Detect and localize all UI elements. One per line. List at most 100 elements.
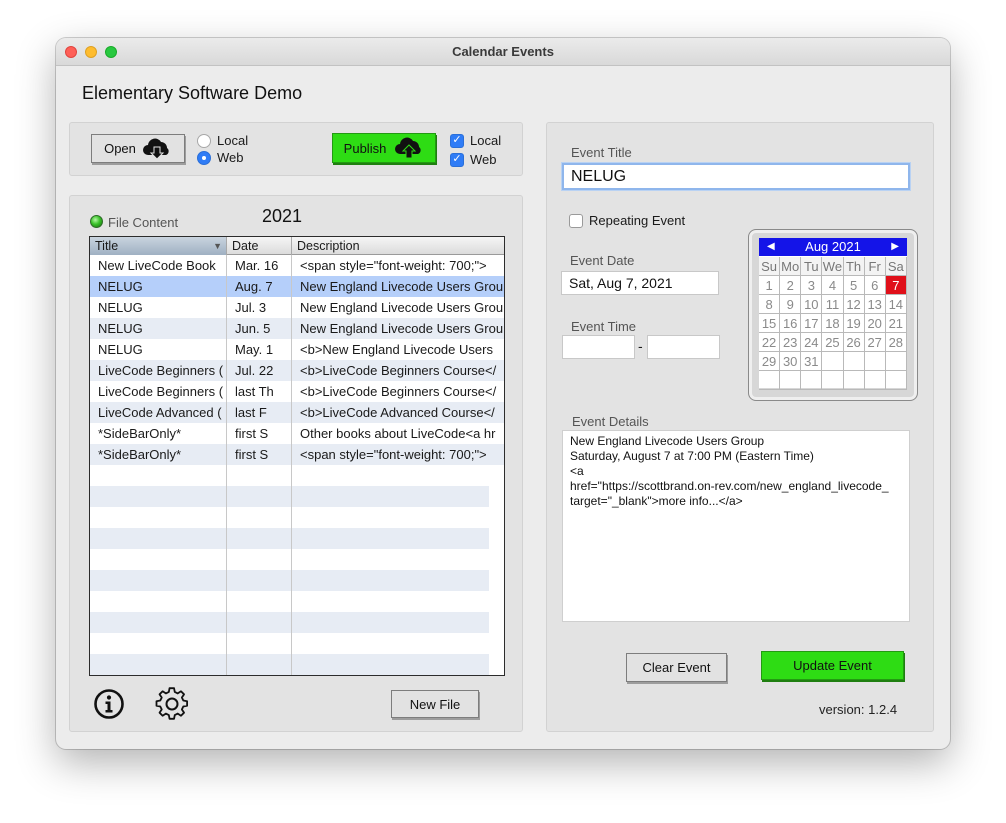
calendar-day[interactable]: 2 [780, 276, 802, 295]
event-details-field[interactable]: New England Livecode Users Group Saturda… [562, 430, 910, 622]
next-month-icon[interactable]: ▶ [891, 238, 899, 256]
calendar-day[interactable]: 28 [885, 333, 907, 352]
publish-button-label: Publish [343, 140, 387, 156]
publish-web-checkbox[interactable]: ✓ Web [450, 152, 497, 167]
calendar-day[interactable]: 18 [822, 314, 844, 333]
calendar-empty-cell [885, 352, 907, 371]
cell-description: <b>LiveCode Advanced Course</ [300, 405, 495, 420]
update-event-button[interactable]: Update Event [761, 651, 904, 680]
app-heading: Elementary Software Demo [82, 83, 303, 103]
calendar-day[interactable]: 25 [822, 333, 844, 352]
calendar-day[interactable]: 31 [801, 352, 823, 371]
open-web-radio[interactable]: Web [197, 150, 244, 165]
table-row[interactable]: *SideBarOnly* first S <span style="font-we… [90, 444, 504, 465]
table-row[interactable]: NELUG May. 1 <b>New England Livecode Users [90, 339, 504, 360]
gear-icon[interactable] [155, 687, 189, 721]
calendar-day[interactable]: 4 [822, 276, 844, 295]
toolbar-panel: Open Local Web Publish ✓ Local ✓ Web [69, 122, 523, 176]
title-bar: Calendar Events [56, 38, 950, 66]
repeating-event-checkbox[interactable]: Repeating Event [569, 213, 685, 228]
cell-description: <b>LiveCode Beginners Course</ [300, 384, 497, 399]
cell-title: New LiveCode Book [98, 258, 216, 273]
calendar-day[interactable]: 3 [801, 276, 823, 295]
previous-month-icon[interactable]: ◀ [767, 238, 775, 256]
open-local-radio-indicator[interactable] [197, 133, 211, 148]
column-header-date[interactable]: Date [227, 237, 292, 255]
publish-local-checkbox-label: Local [470, 133, 502, 148]
column-header-title-label: Title [95, 239, 119, 253]
calendar-day[interactable]: 7 [885, 276, 907, 295]
new-file-button[interactable]: New File [391, 690, 479, 718]
table-row[interactable]: NELUG Jul. 3 New England Livecode Users Gr… [90, 297, 504, 318]
calendar-day[interactable]: 10 [801, 295, 823, 314]
calendar-day[interactable]: 12 [843, 295, 865, 314]
table-row[interactable]: NELUG Jun. 5 New England Livecode Users Gr… [90, 318, 504, 339]
cell-title: *SideBarOnly* [98, 447, 182, 462]
info-icon[interactable] [93, 688, 125, 720]
calendar-day[interactable]: 27 [864, 333, 886, 352]
calendar-day[interactable]: 19 [843, 314, 865, 333]
events-table[interactable]: Title ▼ Date Description New LiveCode Bo… [89, 236, 505, 676]
empty-table-row [90, 549, 489, 570]
publish-web-checkbox-box[interactable]: ✓ [450, 152, 464, 167]
calendar-day[interactable]: 9 [780, 295, 802, 314]
open-button[interactable]: Open [91, 134, 185, 163]
event-date-label: Event Date [570, 253, 635, 268]
cell-date: May. 1 [235, 342, 274, 357]
cloud-download-icon [142, 138, 169, 160]
table-row[interactable]: LiveCode Advanced (last F <b>LiveCode Adv… [90, 402, 504, 423]
table-row[interactable]: LiveCode Beginners (last Th <b>LiveCode B… [90, 381, 504, 402]
table-row[interactable]: LiveCode Beginners (Jul. 22 <b>LiveCode B… [90, 360, 504, 381]
cell-date: last F [235, 405, 267, 420]
event-date-field[interactable]: Sat, Aug 7, 2021 [561, 271, 719, 295]
calendar-day[interactable]: 13 [864, 295, 886, 314]
calendar-day[interactable]: 14 [885, 295, 907, 314]
calendar-day[interactable]: 6 [864, 276, 886, 295]
table-row[interactable]: NELUG Aug. 7 New England Livecode Users Gr… [90, 276, 504, 297]
clear-event-button[interactable]: Clear Event [626, 653, 727, 682]
table-row[interactable]: *SideBarOnly* first S Other books about Li… [90, 423, 504, 444]
event-title-field[interactable]: NELUG [562, 163, 910, 190]
publish-local-checkbox-box[interactable]: ✓ [450, 133, 464, 148]
calendar-day[interactable]: 20 [864, 314, 886, 333]
calendar-day[interactable]: 29 [759, 352, 781, 371]
calendar-day[interactable]: 1 [759, 276, 781, 295]
repeating-event-checkbox-box[interactable] [569, 213, 583, 228]
calendar-weekday: Tu [801, 257, 823, 276]
cell-description: New England Livecode Users Grou [300, 279, 504, 294]
cell-title: NELUG [98, 300, 143, 315]
cell-date: Mar. 16 [235, 258, 279, 273]
repeating-event-checkbox-label: Repeating Event [589, 213, 686, 228]
publish-button[interactable]: Publish [332, 133, 436, 163]
calendar-day[interactable]: 26 [843, 333, 865, 352]
column-header-title[interactable]: Title ▼ [90, 237, 227, 255]
cell-date: Aug. 7 [235, 279, 273, 294]
cell-description: <span style="font-weight: 700;"> [300, 447, 487, 462]
event-start-time-field[interactable] [562, 335, 635, 359]
calendar-empty-cell [885, 371, 907, 390]
open-local-radio[interactable]: Local [197, 133, 248, 148]
publish-local-checkbox[interactable]: ✓ Local [450, 133, 501, 148]
open-web-radio-indicator[interactable] [197, 150, 211, 165]
empty-table-row [90, 507, 489, 528]
calendar-day[interactable]: 30 [780, 352, 802, 371]
calendar-day[interactable]: 17 [801, 314, 823, 333]
event-end-time-field[interactable] [647, 335, 720, 359]
calendar-day[interactable]: 23 [780, 333, 802, 352]
calendar-day[interactable]: 8 [759, 295, 781, 314]
column-header-description[interactable]: Description [292, 237, 504, 255]
calendar-day[interactable]: 24 [801, 333, 823, 352]
calendar-day[interactable]: 11 [822, 295, 844, 314]
calendar-day[interactable]: 21 [885, 314, 907, 333]
calendar-day[interactable]: 16 [780, 314, 802, 333]
event-title-label: Event Title [571, 145, 632, 160]
calendar-day[interactable]: 15 [759, 314, 781, 333]
column-divider [291, 255, 292, 675]
cell-description: <b>New England Livecode Users [300, 342, 493, 357]
cell-title: LiveCode Beginners ( [98, 363, 224, 378]
calendar-empty-cell [780, 371, 802, 390]
calendar-day[interactable]: 22 [759, 333, 781, 352]
calendar-day[interactable]: 5 [843, 276, 865, 295]
table-row[interactable]: New LiveCode Book Mar. 16 <span style="fon… [90, 255, 504, 276]
calendar-weekday: Th [843, 257, 865, 276]
